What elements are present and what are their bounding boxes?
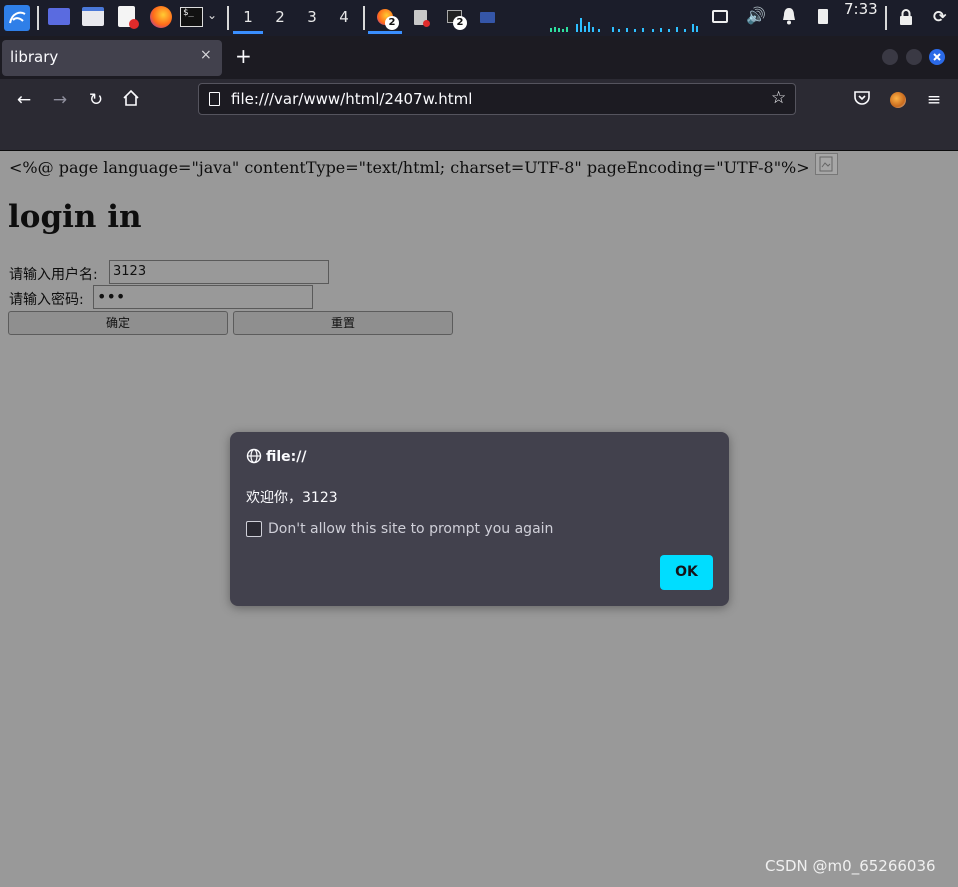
clock[interactable]: 7:33: [844, 0, 878, 34]
firefox-window-button[interactable]: 2: [368, 0, 402, 34]
terminal-window-button[interactable]: 2: [440, 0, 474, 34]
submit-button[interactable]: 确定: [8, 311, 228, 335]
editor-window-icon[interactable]: [414, 10, 430, 27]
terminal-window-count-badge: 2: [453, 16, 467, 30]
account-avatar-icon[interactable]: [887, 89, 909, 111]
volume-icon[interactable]: 🔊: [746, 6, 766, 25]
notification-bell-icon[interactable]: [781, 7, 797, 25]
workspace-2[interactable]: 2: [265, 0, 295, 34]
reset-button[interactable]: 重置: [233, 311, 453, 335]
username-input[interactable]: 3123: [109, 260, 329, 284]
lock-icon[interactable]: [899, 9, 913, 25]
watermark: CSDN @m0_65266036: [765, 857, 936, 875]
suppress-prompts-checkbox[interactable]: [246, 521, 262, 537]
folder-window-icon[interactable]: [480, 12, 495, 23]
tab-close-icon[interactable]: ×: [200, 47, 212, 63]
username-label: 请输入用户名:: [9, 267, 98, 283]
os-taskbar: $_ ⌄ 1 2 3 4 2 2 🔊 7:33 ⟳: [0, 0, 958, 36]
url-text[interactable]: file:///var/www/html/2407w.html: [231, 90, 472, 108]
maximize-window-button[interactable]: [906, 49, 922, 65]
browser-nav-toolbar: ← → ↻ file:///var/www/html/2407w.html ☆ …: [0, 79, 958, 151]
alert-dialog: file:// 欢迎你，3123 Don't allow this site t…: [230, 432, 729, 606]
back-arrow-icon[interactable]: ←: [13, 89, 35, 111]
password-input[interactable]: •••: [93, 285, 313, 309]
browser-tab-library[interactable]: library ×: [2, 40, 222, 76]
page-document-icon: [209, 92, 220, 106]
workspace-4[interactable]: 4: [329, 0, 359, 34]
close-window-button[interactable]: [929, 49, 945, 65]
forward-arrow-icon[interactable]: →: [49, 89, 71, 111]
ok-button[interactable]: OK: [660, 555, 713, 590]
taskbar-separator: [885, 6, 887, 30]
taskbar-separator: [37, 6, 39, 30]
cpu-graph: [548, 8, 703, 34]
workspace-3[interactable]: 3: [297, 0, 327, 34]
firefox-icon[interactable]: [150, 6, 172, 28]
logout-icon[interactable]: ⟳: [933, 7, 946, 26]
workspace-1[interactable]: 1: [233, 0, 263, 34]
chevron-down-icon[interactable]: ⌄: [207, 8, 217, 22]
close-icon: [933, 53, 941, 61]
pocket-icon[interactable]: [851, 89, 873, 111]
taskbar-separator: [227, 6, 229, 30]
new-tab-button[interactable]: +: [235, 44, 252, 68]
suppress-prompts-label[interactable]: Don't allow this site to prompt you agai…: [268, 521, 553, 537]
taskbar-separator: [363, 6, 365, 30]
dialog-message: 欢迎你，3123: [246, 490, 338, 506]
page-heading: login in: [8, 199, 142, 235]
tab-title: library: [10, 48, 59, 66]
show-desktop-icon[interactable]: [48, 8, 70, 25]
battery-icon[interactable]: [818, 9, 828, 24]
globe-icon: [246, 448, 262, 464]
home-icon[interactable]: [120, 89, 142, 111]
display-icon[interactable]: [712, 10, 728, 23]
reload-icon[interactable]: ↻: [85, 89, 107, 111]
jsp-directive-text: <%@ page language="java" contentType="te…: [9, 158, 810, 177]
firefox-window-count-badge: 2: [385, 16, 399, 30]
terminal-icon[interactable]: $_: [180, 7, 203, 27]
minimize-window-button[interactable]: [882, 49, 898, 65]
text-editor-icon[interactable]: [118, 6, 139, 29]
bookmark-star-icon[interactable]: ☆: [771, 88, 786, 108]
kali-menu-icon[interactable]: [4, 5, 30, 31]
url-bar[interactable]: file:///var/www/html/2407w.html ☆: [198, 83, 796, 115]
password-label: 请输入密码:: [9, 292, 84, 308]
browser-tab-strip: library × +: [0, 36, 958, 79]
file-manager-icon[interactable]: [82, 7, 104, 26]
hamburger-menu-icon[interactable]: ≡: [923, 89, 945, 111]
dialog-origin: file://: [266, 449, 307, 465]
broken-image-icon: [815, 153, 838, 175]
